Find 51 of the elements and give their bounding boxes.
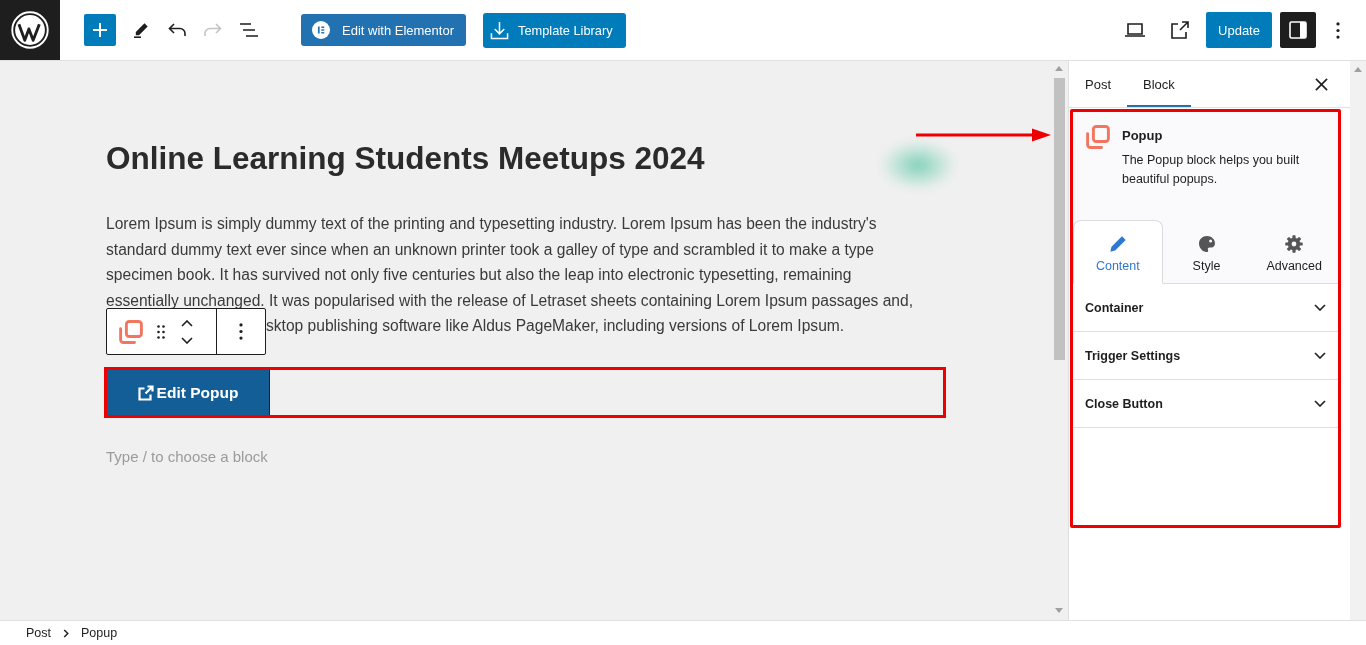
edit-with-elementor-button[interactable]: Edit with Elementor <box>301 14 466 46</box>
undo-icon <box>168 23 186 37</box>
chevron-down-icon <box>1314 352 1326 359</box>
sidebar-icon <box>1289 21 1307 39</box>
logo-icon <box>11 11 49 49</box>
pencil-icon <box>1108 235 1127 253</box>
chevron-down-icon <box>181 336 193 344</box>
breadcrumb-link[interactable]: Post <box>18 626 59 640</box>
external-link-icon <box>1171 21 1189 39</box>
chevron-right-icon <box>63 628 69 638</box>
list-icon <box>240 23 258 37</box>
scroll-up-icon <box>1055 66 1063 71</box>
palette-icon <box>1197 234 1216 253</box>
block-description: The Popup block helps you built beautiful popups. <box>1122 152 1301 188</box>
breadcrumb-link[interactable]: Popup <box>73 626 126 640</box>
scroll-up-icon <box>1354 67 1362 72</box>
redo-icon <box>204 23 222 37</box>
pencil-icon <box>133 22 149 38</box>
overlapping-squares-icon <box>1086 125 1110 149</box>
more-vertical-icon <box>1336 21 1340 39</box>
add-block-button[interactable] <box>84 14 116 46</box>
settings-toggle-button[interactable] <box>1280 12 1316 48</box>
chevron-down-icon <box>1314 304 1326 311</box>
scrollbar-thumb[interactable] <box>1053 78 1065 360</box>
post-title: Online Learning Students Meetups 2024 <box>106 140 705 176</box>
more-vertical-icon <box>239 323 243 340</box>
block-title: Popup <box>1122 127 1164 145</box>
download-icon <box>490 20 509 40</box>
sidebar-tab[interactable]: Post <box>1069 61 1127 107</box>
sidebar-tab[interactable]: Block <box>1127 61 1191 107</box>
paragraph-text: sktop publishing software like Aldus PageMaker, including versions of Lorem Ipsum. <box>266 316 845 336</box>
inspector-tab[interactable]: Content <box>1073 220 1163 284</box>
scrollbar-track[interactable] <box>1350 61 1366 620</box>
chevron-down-icon <box>1314 400 1326 407</box>
template-library-button[interactable]: Template Library <box>483 12 626 48</box>
chevron-up-icon <box>181 319 193 327</box>
edit-popup-button[interactable]: Edit Popup <box>107 370 270 415</box>
update-button[interactable]: Update <box>1206 12 1272 48</box>
plus-icon <box>92 22 108 38</box>
close-icon <box>1314 77 1328 91</box>
circle-logo-icon <box>312 21 330 39</box>
logo-button[interactable] <box>0 0 60 60</box>
gear-icon <box>1285 234 1304 253</box>
external-link-icon <box>137 384 154 401</box>
laptop-icon <box>1125 23 1145 37</box>
scroll-down-icon <box>1055 608 1063 613</box>
move-down-button[interactable] <box>179 335 195 345</box>
block-input-field[interactable]: Type / to choose a block <box>106 446 706 468</box>
drag-handle-icon <box>157 324 165 339</box>
move-up-button[interactable] <box>179 318 195 328</box>
overlapping-squares-icon <box>119 319 143 344</box>
